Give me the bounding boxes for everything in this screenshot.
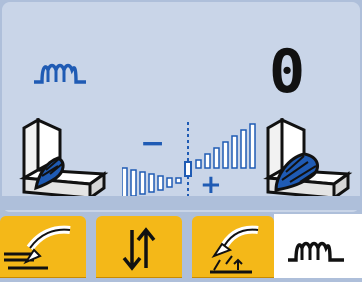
weave-icon (288, 241, 344, 262)
fillet-weld-narrow-icon (19, 118, 109, 201)
tab-torch-height[interactable] (192, 216, 274, 278)
tab-weave[interactable] (274, 214, 362, 278)
fillet-weld-wide-icon (263, 118, 353, 201)
tab-wire-feed[interactable] (0, 216, 86, 278)
weave-mode-icon (34, 63, 86, 84)
tab-adjust[interactable] (96, 216, 182, 278)
screen-border (0, 196, 362, 210)
up-down-arrows-icon (122, 227, 156, 271)
parameter-screen: 0 − + (2, 2, 360, 212)
value-display: 0 (268, 37, 305, 107)
tab-bar (0, 212, 362, 278)
torch-wire-icon (4, 225, 71, 270)
torch-height-icon (210, 225, 259, 274)
minus-sign: − (140, 126, 166, 161)
